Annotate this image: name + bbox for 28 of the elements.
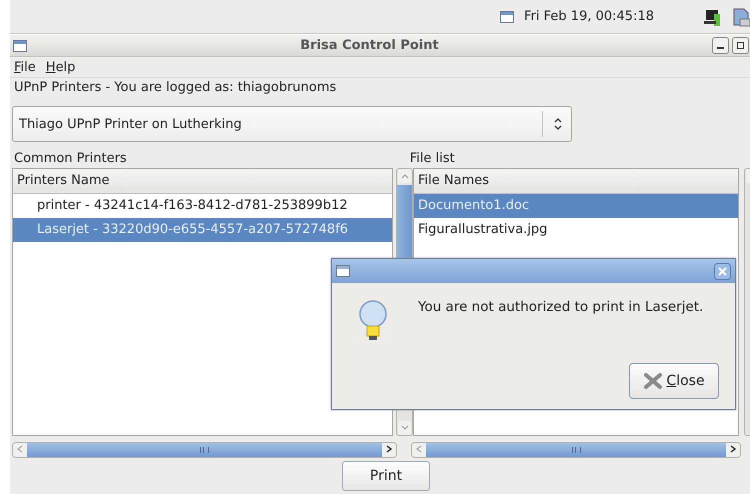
network-icon[interactable]	[704, 8, 722, 26]
window-icon[interactable]	[336, 265, 350, 277]
horizontal-scrollbar[interactable]	[12, 442, 397, 458]
printer-icon[interactable]	[732, 6, 750, 26]
dialog-message: You are not authorized to print in Laserjet.	[418, 299, 704, 317]
menu-item[interactable]: Help	[46, 60, 76, 74]
window-icon[interactable]	[13, 40, 27, 52]
menu-item[interactable]: File	[14, 60, 36, 74]
up-down-arrows-icon	[553, 117, 563, 131]
horizontal-scrollbar[interactable]	[411, 442, 741, 458]
window-icon[interactable]	[500, 10, 514, 22]
window-title: Brisa Control Point	[299, 38, 440, 53]
login-label: UPnP Printers - You are logged as: thiagobrunoms	[13, 79, 338, 97]
close-button[interactable]: Close	[629, 363, 719, 399]
printer-dropdown[interactable]: Thiago UPnP Printer on Lutherking	[12, 106, 572, 142]
list-row[interactable]: printer - 43241c14-f163-8412-d781-253899b12	[13, 194, 392, 218]
section-label: File list	[410, 150, 455, 166]
column-header[interactable]: Printers Name	[13, 169, 392, 194]
clock[interactable]: Fri Feb 19, 00:45:18	[524, 9, 654, 24]
print-button[interactable]: Print	[342, 461, 430, 491]
close-icon[interactable]	[714, 262, 731, 280]
close-icon	[643, 372, 664, 390]
minimize-button[interactable]	[712, 37, 729, 54]
maximize-icon	[736, 41, 745, 50]
maximize-button[interactable]	[732, 37, 749, 54]
list-row[interactable]: FiguraIlustrativa.jpg	[414, 218, 738, 242]
column-header[interactable]: File Names	[414, 169, 738, 194]
section-label: Common Printers	[14, 150, 127, 166]
